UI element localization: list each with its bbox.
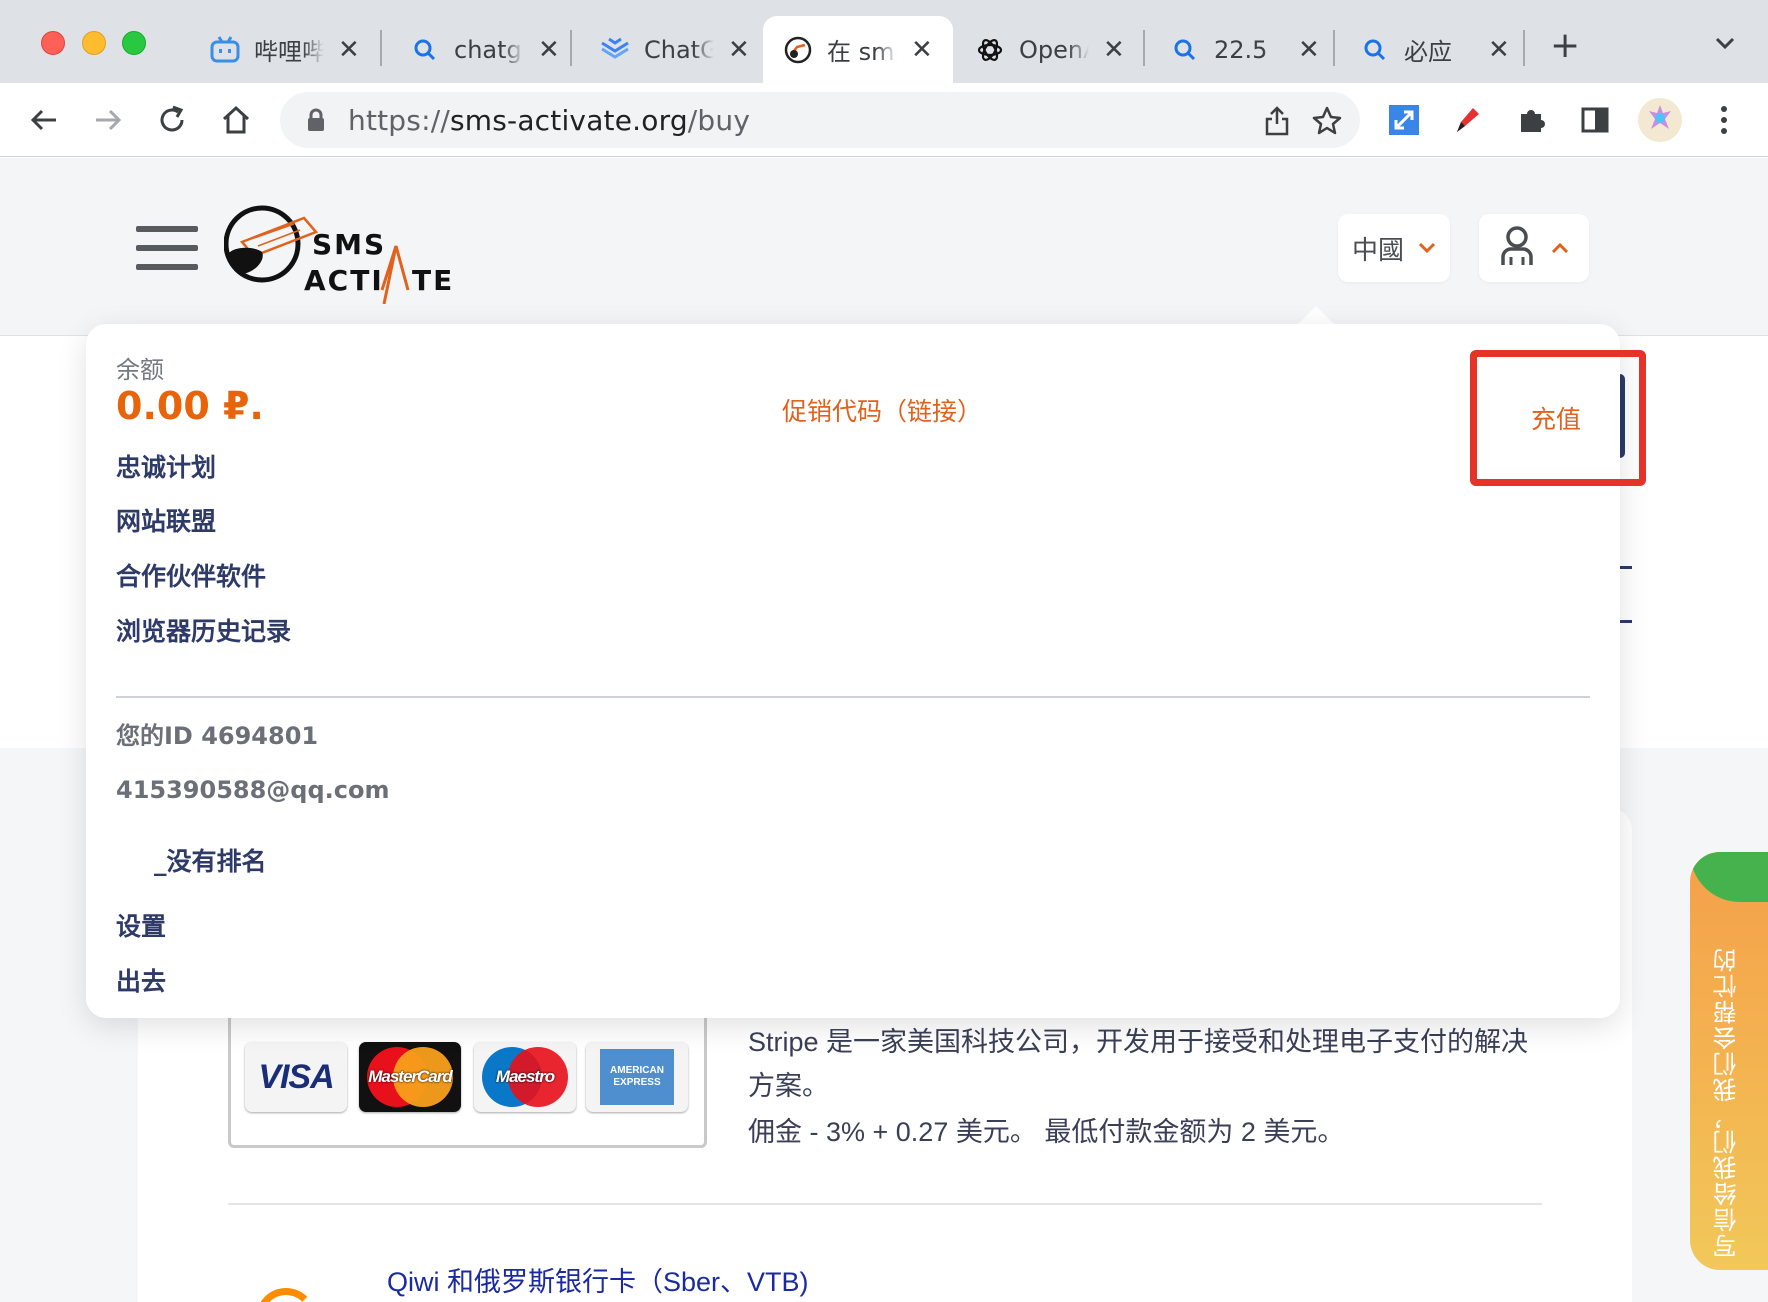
user-id: 您的ID 4694801 <box>116 722 319 750</box>
maestro-logo: Maestro <box>474 1042 576 1112</box>
feedback-tab[interactable]: 写信给我们，我们会帮忙的 <box>1690 852 1768 1270</box>
tab-title: ChatGPT <box>644 35 714 64</box>
promo-code-link[interactable]: 促销代码（链接） <box>782 392 982 428</box>
hidden-element-dash <box>1618 620 1632 623</box>
openai-icon <box>975 35 1005 65</box>
url-text: https://sms-activate.org/buy <box>348 104 751 137</box>
bookmark-star-icon[interactable] <box>1310 104 1344 138</box>
browser-tab[interactable]: 哔哩哔哩 ✕ <box>190 16 378 83</box>
tab-separator <box>1143 30 1145 66</box>
browser-tab[interactable]: 22.5 ✕ <box>1150 16 1338 83</box>
extensions-puzzle-icon[interactable] <box>1512 101 1550 139</box>
user-account-button[interactable] <box>1479 214 1589 282</box>
browser-tab[interactable]: OpenAI ✕ <box>955 16 1143 83</box>
tab-title: 哔哩哔哩 <box>254 38 324 66</box>
tab-title: 必应 <box>1404 38 1452 66</box>
home-icon[interactable] <box>217 101 255 139</box>
stripe-description: Stripe 是一家美国科技公司，开发用于接受和处理电子支付的解决方案。 <box>748 1027 1529 1101</box>
tab-separator <box>570 30 572 66</box>
highlighter-extension-icon[interactable] <box>1448 101 1486 139</box>
resize-extension-icon[interactable] <box>1385 101 1423 139</box>
web-page: SMS ACTI TE 中國 VISA MasterCard Maestro A… <box>0 158 1768 1302</box>
search-icon <box>1170 35 1200 65</box>
annotation-highlight-box <box>1470 350 1646 486</box>
browser-toolbar: https://sms-activate.org/buy <box>0 83 1768 157</box>
hamburger-menu-icon[interactable] <box>136 226 198 270</box>
stripe-fee-text: 佣金 - 3% + 0.27 美元。 最低付款金额为 2 美元。 <box>748 1117 1345 1147</box>
menu-item-loyalty[interactable]: 忠诚计划 <box>116 448 216 484</box>
lock-icon[interactable] <box>306 108 326 136</box>
close-tab-icon[interactable]: ✕ <box>1103 37 1125 63</box>
user-icon <box>1499 225 1535 271</box>
balance-value: 0.00 ₽. <box>116 384 264 428</box>
mastercard-logo: MasterCard <box>359 1042 461 1112</box>
share-icon[interactable] <box>1260 104 1294 138</box>
visa-logo: VISA <box>245 1042 347 1112</box>
chevron-up-icon <box>1551 239 1569 258</box>
bilibili-icon <box>210 35 240 65</box>
close-tab-icon[interactable]: ✕ <box>1488 37 1510 63</box>
language-selector[interactable]: 中國 <box>1338 214 1450 282</box>
menu-item-affiliate[interactable]: 网站联盟 <box>116 502 216 538</box>
svg-text:TE: TE <box>412 264 454 297</box>
search-icon <box>1360 35 1390 65</box>
account-dropdown: 余额 0.00 ₽. 促销代码（链接） 充值 忠诚计划 网站联盟 合作伙伴软件 … <box>86 324 1646 1018</box>
user-email: 415390588@qq.com <box>116 776 390 804</box>
menu-divider <box>116 696 1590 698</box>
tab-title: OpenAI <box>1019 35 1089 64</box>
search-icon <box>410 35 440 65</box>
close-window-button[interactable] <box>41 31 65 55</box>
feedback-label: 写信给我们，我们会帮忙的 <box>1714 946 1741 1258</box>
close-tab-icon[interactable]: ✕ <box>338 37 360 63</box>
browser-tab[interactable]: ChatGPT ✕ <box>580 16 768 83</box>
chevron-down-icon[interactable] <box>1712 30 1738 56</box>
close-tab-icon[interactable]: ✕ <box>728 37 750 63</box>
section-divider <box>228 1203 1542 1205</box>
reload-icon[interactable] <box>153 101 191 139</box>
close-tab-icon[interactable]: ✕ <box>538 37 560 63</box>
dropdown-caret <box>1296 306 1336 326</box>
tab-separator <box>1523 30 1525 66</box>
tab-separator <box>1333 30 1335 66</box>
browser-tab-strip: 哔哩哔哩 ✕ chatgpt ✕ ChatGPT ✕ 在 sms ✕ OpenA… <box>0 0 1768 83</box>
back-icon[interactable] <box>25 101 63 139</box>
browser-tab[interactable]: 必应 ✕ <box>1340 16 1528 83</box>
minimize-window-button[interactable] <box>82 31 106 55</box>
feedback-accent <box>1690 852 1768 902</box>
side-panel-icon[interactable] <box>1576 101 1614 139</box>
tab-title: 在 sms <box>827 38 897 66</box>
menu-item-settings[interactable]: 设置 <box>116 907 166 943</box>
forward-icon[interactable] <box>89 101 127 139</box>
menu-item-partner-software[interactable]: 合作伙伴软件 <box>116 557 266 593</box>
new-tab-button[interactable]: + <box>1550 28 1580 64</box>
close-tab-icon[interactable]: ✕ <box>911 37 933 63</box>
qiwi-payment-title[interactable]: Qiwi 和俄罗斯银行卡（Sber、VTB) <box>387 1260 809 1299</box>
menu-item-logout[interactable]: 出去 <box>116 962 166 998</box>
close-tab-icon[interactable]: ✕ <box>1298 37 1320 63</box>
sms-activate-icon <box>783 35 813 65</box>
tab-title: chatgpt <box>454 35 524 64</box>
user-rank[interactable]: _没有排名 <box>154 842 267 878</box>
hidden-element-dash <box>1618 566 1632 569</box>
menu-item-browser-history[interactable]: 浏览器历史记录 <box>116 612 291 648</box>
sendbird-icon <box>600 35 630 65</box>
maximize-window-button[interactable] <box>122 31 146 55</box>
language-label: 中國 <box>1351 235 1404 266</box>
svg-text:SMS: SMS <box>312 228 386 261</box>
address-bar[interactable]: https://sms-activate.org/buy <box>280 92 1360 148</box>
browser-tab-active[interactable]: 在 sms ✕ <box>763 16 953 83</box>
browser-tab[interactable]: chatgpt ✕ <box>390 16 578 83</box>
balance-label: 余额 <box>116 357 164 384</box>
browser-menu-icon[interactable] <box>1705 101 1743 139</box>
profile-avatar[interactable] <box>1638 98 1682 142</box>
svg-text:ACTI: ACTI <box>304 264 384 297</box>
chevron-down-icon <box>1418 239 1436 258</box>
tab-title: 22.5 <box>1214 35 1268 64</box>
site-header: SMS ACTI TE 中國 <box>0 158 1768 336</box>
sms-activate-logo[interactable]: SMS ACTI TE <box>223 194 474 305</box>
amex-logo: AMERICAN EXPRESS <box>586 1042 688 1112</box>
tab-separator <box>380 30 382 66</box>
